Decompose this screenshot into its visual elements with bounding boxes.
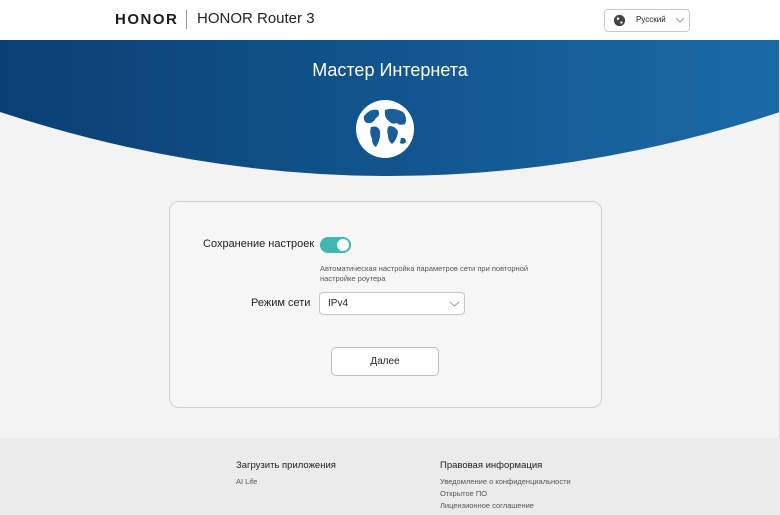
footer-apps-heading: Загрузить приложения (236, 460, 336, 471)
footer-link-privacy[interactable]: Уведомление о конфиденциальности (440, 477, 571, 486)
world-globe-icon (356, 100, 414, 158)
page-title: Мастер Интернета (312, 60, 468, 80)
footer-link-open-source[interactable]: Открытое ПО (440, 489, 487, 498)
footer (0, 438, 780, 515)
brand-logo: HONOR (115, 11, 179, 28)
chevron-down-icon (449, 301, 460, 307)
toggle-knob (337, 239, 349, 251)
chevron-down-icon (675, 17, 685, 23)
language-label: Русский (636, 15, 666, 24)
save-settings-label: Сохранение настроек (203, 238, 315, 250)
footer-link-license[interactable]: Лицензионное соглашение (440, 501, 534, 510)
language-selector[interactable]: Русский (604, 9, 690, 32)
brand-divider (186, 10, 187, 29)
save-settings-hint-line1: Автоматическая настройка параметров сети… (320, 264, 529, 273)
network-mode-label: Режим сети (251, 297, 311, 309)
save-settings-toggle[interactable] (320, 237, 351, 253)
product-name: HONOR Router 3 (197, 10, 315, 27)
save-settings-hint-line2: настройке роутера (320, 274, 386, 283)
footer-link-ai-life[interactable]: AI Life (236, 477, 257, 486)
network-mode-select[interactable]: IPv4 (319, 292, 465, 315)
globe-icon (613, 14, 626, 27)
top-bar: HONOR HONOR Router 3 Русский (0, 0, 780, 40)
next-button[interactable]: Далее (331, 347, 439, 376)
footer-legal-heading: Правовая информация (440, 460, 543, 471)
network-mode-value: IPv4 (328, 298, 349, 309)
